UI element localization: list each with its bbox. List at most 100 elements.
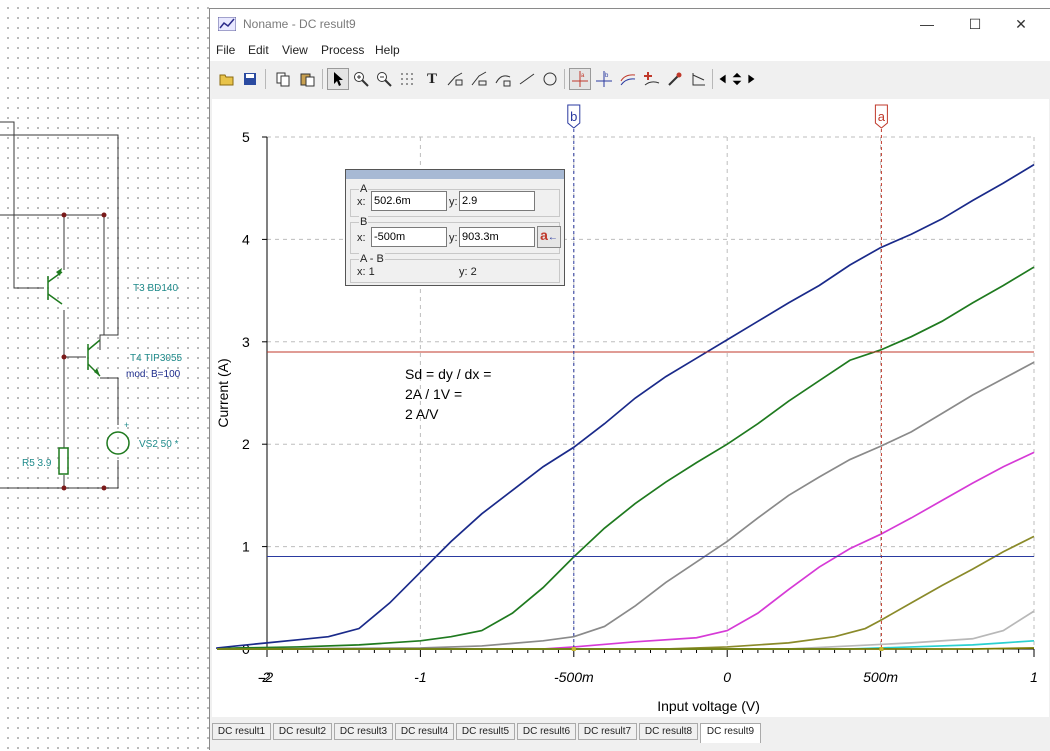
tab-dc-result6[interactable]: DC result6	[517, 723, 576, 740]
cursor-readout-panel[interactable]: A x: 502.6m y: 2.9 B x: -500m y: 903.3m …	[345, 169, 565, 286]
series-line-4	[217, 451, 1035, 650]
y-tick-label: 4	[242, 231, 250, 247]
cursor-a-x-label: x:	[357, 196, 366, 208]
cursor-a-foot	[879, 647, 884, 651]
tab-dc-result5[interactable]: DC result5	[456, 723, 515, 740]
plot-area[interactable]: 0 1 2 3 4 5 -2 -1 -500m 0 500m 1 -2 Input voltage (V)…	[212, 99, 1049, 717]
cursor-a-marker-label: a	[878, 109, 886, 124]
cursor-diff-y: y: 2	[459, 266, 477, 278]
menu-process[interactable]: Process	[321, 43, 364, 57]
x-axis-title: Input voltage (V)	[657, 698, 760, 714]
save-icon[interactable]	[239, 68, 261, 90]
cursor-a-y-field[interactable]: 2.9	[459, 191, 535, 211]
r5-label: R5 3.9	[22, 458, 52, 469]
copy-icon[interactable]	[272, 68, 294, 90]
vs2-plus-label: +	[124, 420, 130, 430]
menu-edit[interactable]: Edit	[248, 43, 269, 57]
label-alt-icon[interactable]	[468, 68, 490, 90]
menu-view[interactable]: View	[282, 43, 308, 57]
t4-label: T4 TIP3055	[130, 353, 183, 364]
curve-cursor-icon[interactable]	[617, 68, 639, 90]
maximize-button[interactable]: ☐	[952, 9, 998, 39]
cursor-a-group-label: A	[359, 183, 369, 195]
cursor-b-marker-label: b	[570, 109, 577, 124]
slope-icon[interactable]	[688, 68, 710, 90]
circle-icon[interactable]	[539, 68, 561, 90]
cursor-a-glyph: a	[581, 73, 585, 79]
left-arrow-icon[interactable]	[716, 68, 730, 90]
arrow-left-icon: ←	[547, 232, 558, 243]
up-down-icon[interactable]	[730, 68, 744, 90]
cursor-b-y-label: y:	[449, 232, 458, 244]
cursor-a-icon[interactable]: a	[569, 68, 591, 90]
dc-transfer-chart: 012345-2 -1 -500m 0 500m 1-2Input voltage (V)…	[215, 104, 1038, 714]
minimize-button[interactable]: —	[904, 9, 950, 39]
curve-label-icon[interactable]	[492, 68, 514, 90]
cursor-b-icon[interactable]: b	[593, 68, 615, 90]
cursor-b-x-field[interactable]: -500m	[371, 227, 447, 247]
title-bar[interactable]: Noname - DC result9 — ☐ ✕	[210, 9, 1050, 41]
toolbar: T a b	[210, 64, 1050, 96]
y-tick-label: 5	[242, 129, 250, 145]
x-edge-tick-label: -2	[258, 669, 271, 685]
tab-dc-result3[interactable]: DC result3	[334, 723, 393, 740]
cursor-b-group: B x: -500m y: 903.3m a←	[350, 216, 561, 254]
add-marker-icon[interactable]	[641, 68, 663, 90]
tab-dc-result9[interactable]: DC result9	[700, 723, 761, 743]
series-line-5	[217, 535, 1035, 650]
slope-annotation-line: 2 A/V	[405, 406, 439, 422]
cursor-a-y-label: y:	[449, 196, 458, 208]
close-button[interactable]: ✕	[998, 9, 1044, 39]
pick-icon[interactable]	[664, 68, 686, 90]
t4-model-label: mod: B=100	[126, 369, 181, 380]
series-line-1	[216, 163, 1035, 649]
cursor-diff-group-label: A - B	[359, 253, 385, 265]
x-tick-label: 0	[723, 669, 731, 685]
x-tick-label: -500m	[554, 669, 594, 685]
cursor-panel-titlebar[interactable]	[346, 170, 564, 179]
toolbar-separator	[322, 69, 323, 89]
cursor-a-x-field[interactable]: 502.6m	[371, 191, 447, 211]
slope-annotation-line: Sd = dy / dx =	[405, 366, 491, 382]
cursor-b-glyph: b	[605, 73, 609, 79]
tab-dc-result1[interactable]: DC result1	[212, 723, 271, 740]
tab-dc-result4[interactable]: DC result4	[395, 723, 454, 740]
cursor-b-group-label: B	[359, 216, 369, 228]
tab-dc-result7[interactable]: DC result7	[578, 723, 637, 740]
zoom-in-icon[interactable]	[350, 68, 372, 90]
menu-help[interactable]: Help	[375, 43, 400, 57]
app-icon	[218, 17, 236, 31]
y-tick-label: 1	[242, 539, 250, 555]
label-icon[interactable]	[444, 68, 466, 90]
open-icon[interactable]	[216, 68, 238, 90]
swap-cursor-button[interactable]: a←	[537, 226, 561, 248]
swap-a-glyph: a	[540, 227, 548, 243]
cursor-b-x-label: x:	[357, 232, 366, 244]
grid-icon[interactable]	[396, 68, 418, 90]
pointer-icon[interactable]	[327, 68, 349, 90]
toolbar-separator	[564, 69, 565, 89]
menu-file[interactable]: File	[216, 43, 235, 57]
y-tick-label: 2	[242, 436, 250, 452]
zoom-out-icon[interactable]	[373, 68, 395, 90]
tab-dc-result2[interactable]: DC result2	[273, 723, 332, 740]
window-title: Noname - DC result9	[243, 17, 356, 31]
text-icon[interactable]: T	[421, 68, 443, 90]
paste-icon[interactable]	[296, 68, 318, 90]
line-icon[interactable]	[516, 68, 538, 90]
cursor-a-group: A x: 502.6m y: 2.9	[350, 183, 560, 217]
toolbar-separator	[712, 69, 713, 89]
x-tick-label: -1	[414, 669, 426, 685]
slope-annotation-line: 2A / 1V =	[405, 386, 462, 402]
y-tick-label: 3	[242, 334, 250, 350]
t3-label: T3 BD140	[133, 283, 179, 294]
y-axis-title: Current (A)	[215, 358, 231, 427]
tab-dc-result8[interactable]: DC result8	[639, 723, 698, 740]
toolbar-separator	[265, 69, 266, 89]
cursor-b-y-field[interactable]: 903.3m	[459, 227, 535, 247]
cursor-diff-x: x: 1	[357, 266, 375, 278]
vs2-label: VS2 50 *	[139, 439, 179, 450]
series-line-2	[216, 266, 1035, 650]
right-arrow-icon[interactable]	[744, 68, 758, 90]
menu-bar: File Edit View Process Help	[210, 41, 1050, 61]
